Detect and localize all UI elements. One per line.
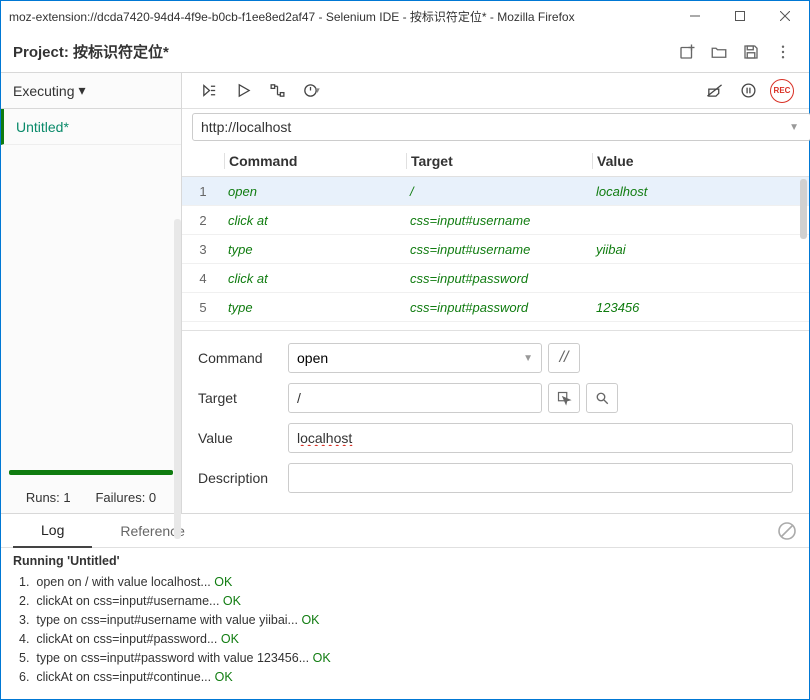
project-title: Project: 按标识符定位* [13,41,669,62]
grid-row[interactable]: 4click atcss=input#password [182,264,809,293]
workarea: ▾ REC ▼ Command Target Value 1open/local… [182,73,809,513]
command-select-value: open [297,350,328,366]
target-input[interactable] [288,383,542,413]
command-select[interactable]: open ▼ [288,343,542,373]
sidebar-dropdown[interactable]: Executing ▾ [1,73,181,109]
test-item-label: Untitled* [16,119,69,135]
header-target: Target [406,153,592,169]
base-url-bar: ▼ [182,109,809,145]
grid-row[interactable]: 3typecss=input#usernameyiibai [182,235,809,264]
header-value: Value [592,153,809,169]
progress-bar [9,470,173,475]
log-line: 2. clickAt on css=input#username... OK [11,591,799,610]
new-project-button[interactable] [673,38,701,66]
grid-row[interactable]: 5typecss=input#password123456 [182,293,809,322]
header-command: Command [224,153,406,169]
row-number: 3 [182,242,224,257]
run-current-button[interactable] [226,77,260,105]
label-description: Description [198,470,288,486]
row-value: localhost [592,184,809,199]
grid-row[interactable]: 6click atcss=input#continue [182,322,809,331]
row-number: 6 [182,329,224,332]
row-number: 1 [182,184,224,199]
label-value: Value [198,430,288,446]
value-input[interactable] [288,423,793,453]
grid-row[interactable]: 1open/localhost [182,177,809,206]
base-url-input[interactable] [192,113,810,141]
disable-breakpoints-button[interactable] [697,77,731,105]
window-maximize-button[interactable] [717,1,762,31]
failures-count: Failures: 0 [95,490,156,505]
row-command: open [224,184,406,199]
sidebar: Executing ▾ Untitled* Runs: 1 Failures: … [1,73,182,513]
chevron-down-icon: ▾ [78,82,85,99]
step-button[interactable] [260,77,294,105]
row-target: css=input#password [406,271,592,286]
row-command: click at [224,271,406,286]
row-command: type [224,300,406,315]
log-line: 1. open on / with value localhost... OK [11,572,799,591]
row-command: click at [224,329,406,332]
row-number: 2 [182,213,224,228]
log-line: 3. type on css=input#username with value… [11,610,799,629]
test-item[interactable]: Untitled* [1,109,181,145]
log-line: 6. clickAt on css=input#continue... OK [11,667,799,686]
row-target: css=input#continue [406,329,592,332]
window-minimize-button[interactable] [672,1,717,31]
grid-row[interactable]: 2click atcss=input#username [182,206,809,235]
window-titlebar: moz-extension://dcda7420-94d4-4f9e-b0cb-… [1,1,809,31]
row-target: / [406,184,592,199]
chevron-down-icon: ▼ [523,353,533,364]
bottom-panel: Log Reference Running 'Untitled' 1. open… [1,513,809,699]
open-project-button[interactable] [705,38,733,66]
label-target: Target [198,390,288,406]
log-line: 5. type on css=input#password with value… [11,648,799,667]
tab-log[interactable]: Log [13,514,92,548]
save-project-button[interactable] [737,38,765,66]
toolbar: ▾ REC [182,73,809,109]
log-running-header: Running 'Untitled' [13,554,799,568]
command-grid: Command Target Value 1open/localhost2cli… [182,145,809,331]
row-number: 5 [182,300,224,315]
window-close-button[interactable] [762,1,807,31]
bottom-tabs: Log Reference [1,514,809,548]
project-bar: Project: 按标识符定位* [1,31,809,73]
log-body: Running 'Untitled' 1. open on / with val… [1,548,809,699]
log-line: 4. clickAt on css=input#password... OK [11,629,799,648]
select-target-button[interactable] [548,383,580,413]
description-input[interactable] [288,463,793,493]
row-value: 123456 [592,300,809,315]
sidebar-head-label: Executing [13,83,74,99]
grid-scrollbar[interactable] [800,179,807,239]
row-command: type [224,242,406,257]
toggle-comment-button[interactable]: // [548,343,580,373]
more-menu-button[interactable] [769,38,797,66]
pause-button[interactable] [731,77,765,105]
row-target: css=input#username [406,213,592,228]
command-editor: Command open ▼ // Target Value Descriptio… [182,331,809,513]
row-command: click at [224,213,406,228]
row-target: css=input#password [406,300,592,315]
clear-log-button[interactable] [777,521,797,541]
run-all-button[interactable] [192,77,226,105]
run-stats: Runs: 1 Failures: 0 [1,490,181,505]
speed-button[interactable]: ▾ [294,77,328,105]
main-area: Executing ▾ Untitled* Runs: 1 Failures: … [1,73,809,513]
label-command: Command [198,350,288,366]
tab-reference[interactable]: Reference [92,514,213,548]
row-target: css=input#username [406,242,592,257]
runs-count: Runs: 1 [26,490,71,505]
record-button[interactable]: REC [765,77,799,105]
row-number: 4 [182,271,224,286]
row-value: yiibai [592,242,809,257]
test-list: Untitled* [1,109,181,513]
window-title: moz-extension://dcda7420-94d4-4f9e-b0cb-… [9,8,672,25]
find-target-button[interactable] [586,383,618,413]
url-dropdown-icon[interactable]: ▼ [789,122,799,133]
grid-header: Command Target Value [182,145,809,177]
